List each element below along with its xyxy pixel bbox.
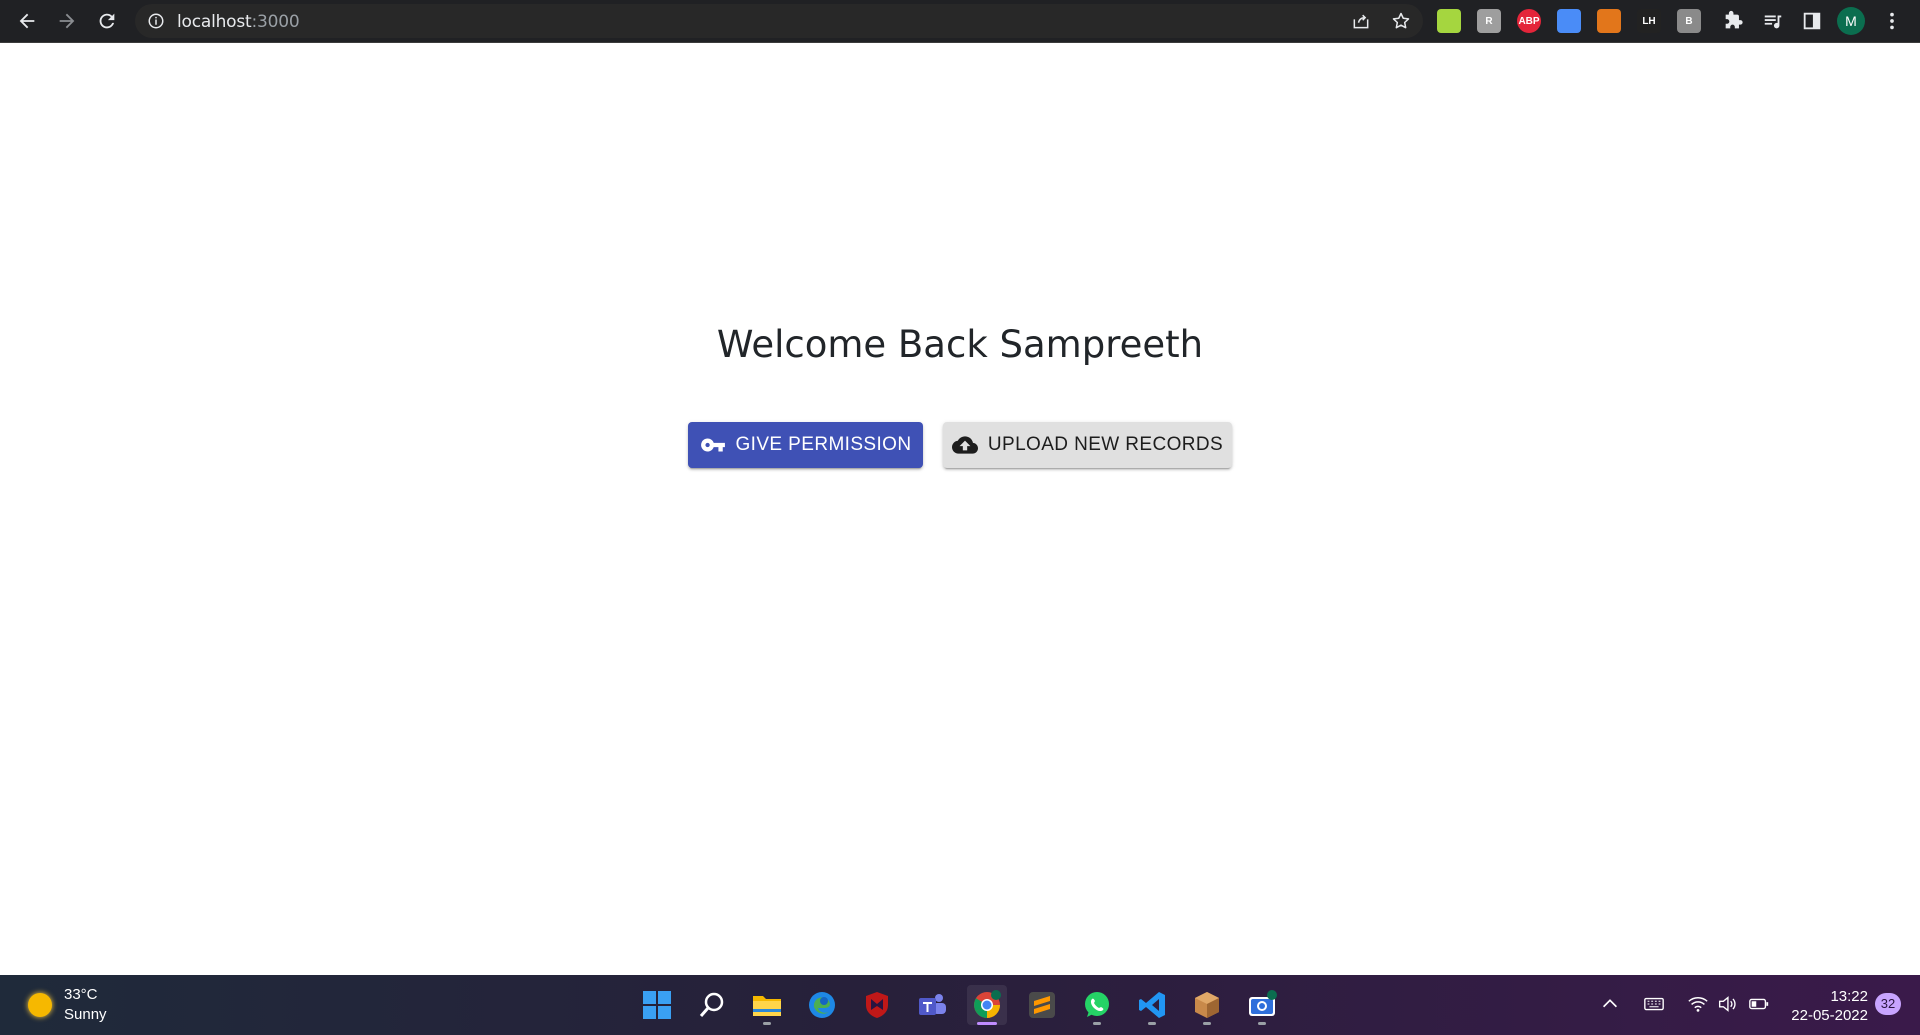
upload-records-button[interactable]: UPLOAD NEW RECORDS	[943, 422, 1232, 468]
welcome-heading: Welcome Back Sampreeth	[716, 323, 1204, 366]
extensions-button[interactable]	[1718, 6, 1748, 36]
folder-icon	[753, 996, 781, 1016]
sublime-icon	[1029, 992, 1055, 1018]
chevron-up-icon[interactable]	[1599, 993, 1621, 1015]
teams-button[interactable]	[912, 985, 952, 1025]
clock-date: 22-05-2022	[1791, 1007, 1868, 1024]
puzzle-icon	[1725, 10, 1743, 29]
profile-avatar[interactable]: M	[1837, 7, 1865, 35]
mcafee-shield-icon	[866, 992, 888, 1018]
edge-icon	[809, 992, 835, 1018]
file-explorer-button[interactable]	[747, 985, 787, 1025]
mcafee-button[interactable]	[857, 985, 897, 1025]
notification-badge[interactable]: 32	[1875, 993, 1901, 1015]
arrow-left-icon	[19, 13, 35, 29]
arrow-right-icon	[59, 13, 75, 29]
search-icon	[699, 992, 724, 1017]
reader-ext-icon[interactable]: B	[1677, 9, 1701, 33]
chrome-icon	[974, 990, 1001, 1018]
battery-icon[interactable]	[1748, 993, 1770, 1015]
side-panel-button[interactable]	[1797, 6, 1827, 36]
playlist-icon	[1764, 15, 1782, 29]
search-button[interactable]	[692, 985, 732, 1025]
rescuetime-ext-icon[interactable]: R	[1477, 9, 1501, 33]
more-vertical-icon	[1890, 12, 1894, 30]
clock-time: 13:22	[1830, 988, 1868, 1005]
whatsapp-icon	[1085, 992, 1109, 1017]
adblock-plus-ext-icon[interactable]: ABP	[1517, 9, 1541, 33]
sublime-text-button[interactable]	[1022, 985, 1062, 1025]
media-control-button[interactable]	[1758, 6, 1788, 36]
side-panel-icon	[1803, 12, 1821, 30]
forward-button[interactable]	[52, 6, 82, 36]
sun-icon	[28, 993, 52, 1017]
windows-logo-icon	[643, 991, 671, 1019]
address-bar[interactable]: localhost:3000	[135, 4, 1423, 38]
keyboard-icon[interactable]	[1643, 993, 1665, 1015]
profile-initial: M	[1845, 13, 1857, 29]
start-button[interactable]	[637, 985, 677, 1025]
teams-icon	[919, 994, 946, 1015]
browser-menu-button[interactable]	[1877, 6, 1907, 36]
image-ext-icon[interactable]	[1437, 9, 1461, 33]
weather-condition: Sunny	[64, 1006, 107, 1023]
edge-button[interactable]	[802, 985, 842, 1025]
screen-capture-ext-icon[interactable]	[1557, 9, 1581, 33]
volume-icon[interactable]	[1716, 993, 1738, 1015]
reload-icon	[99, 13, 115, 29]
url-port: :3000	[251, 12, 300, 32]
give-permission-button[interactable]: GIVE PERMISSION	[688, 422, 923, 468]
page-content: Welcome Back Sampreeth GIVE PERMISSION U…	[0, 44, 1920, 975]
camera-icon	[1249, 990, 1277, 1016]
vscode-icon	[1139, 992, 1165, 1018]
package-app-button[interactable]	[1187, 985, 1227, 1025]
cloud-upload-icon	[951, 436, 978, 454]
key-icon	[700, 438, 725, 452]
package-icon	[1195, 992, 1219, 1018]
chrome-button[interactable]	[967, 985, 1007, 1025]
whatsapp-button[interactable]	[1077, 985, 1117, 1025]
url-host: localhost	[177, 12, 252, 32]
vscode-button[interactable]	[1132, 985, 1172, 1025]
metamask-ext-icon[interactable]	[1597, 9, 1621, 33]
wifi-icon[interactable]	[1687, 993, 1709, 1015]
windows-taskbar: 33°C Sunny 13:22 22-05-2022 32	[0, 975, 1920, 1035]
back-button[interactable]	[12, 6, 42, 36]
share-icon[interactable]	[1351, 11, 1371, 31]
give-permission-label: GIVE PERMISSION	[735, 434, 912, 455]
url-text: localhost:3000	[177, 12, 300, 32]
browser-toolbar: localhost:3000 R ABP LH B M	[0, 0, 1920, 43]
weather-widget[interactable]: 33°C Sunny	[28, 985, 107, 1025]
temperature: 33°C	[64, 986, 98, 1003]
reload-button[interactable]	[92, 6, 122, 36]
bookmark-star-icon[interactable]	[1391, 11, 1411, 31]
lighthouse-ext-icon[interactable]: LH	[1637, 9, 1661, 33]
camera-app-button[interactable]	[1242, 985, 1282, 1025]
upload-records-label: UPLOAD NEW RECORDS	[987, 434, 1224, 455]
system-clock[interactable]: 13:22 22-05-2022	[1788, 987, 1868, 1025]
info-icon[interactable]	[147, 12, 165, 30]
